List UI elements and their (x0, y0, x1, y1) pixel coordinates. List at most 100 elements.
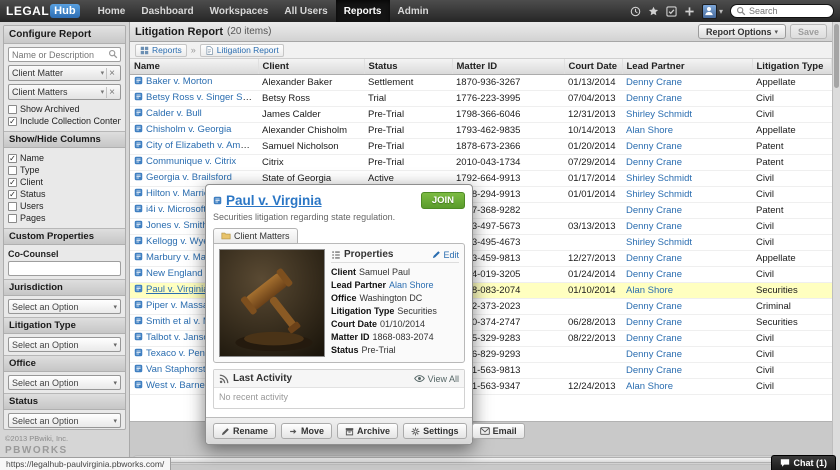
popup-title-link[interactable]: Paul v. Virginia (226, 193, 322, 208)
column-toggle-pages[interactable]: Pages (8, 213, 121, 223)
star-icon[interactable] (648, 6, 659, 17)
remove-icon[interactable]: × (106, 68, 117, 79)
nav-search[interactable] (730, 4, 834, 18)
lead-partner-link[interactable]: Denny Crane (626, 269, 682, 280)
search-input[interactable] (749, 6, 828, 16)
select-litigation-type[interactable]: Select an Option▾ (8, 337, 121, 352)
select-office[interactable]: Select an Option▾ (8, 375, 121, 390)
lead-partner-link[interactable]: Denny Crane (626, 221, 682, 232)
lead-partner-link[interactable]: Denny Crane (626, 349, 682, 360)
nav-item-home[interactable]: Home (90, 0, 134, 22)
filter-chip-client-matters[interactable]: Client Matters▾× (8, 84, 121, 100)
matter-link[interactable]: Communique v. Citrix (146, 156, 236, 167)
column-header-client[interactable]: Client (258, 59, 364, 74)
rename-button[interactable]: Rename (213, 423, 276, 439)
lead-partner-link[interactable]: Denny Crane (626, 253, 682, 264)
lead-partner-link[interactable]: Denny Crane (626, 365, 682, 376)
nav-item-admin[interactable]: Admin (390, 0, 437, 22)
matter-link[interactable]: Georgia v. Brailsford (146, 172, 232, 183)
nav-item-all-users[interactable]: All Users (276, 0, 335, 22)
checkbox[interactable] (8, 214, 17, 223)
lead-partner-link[interactable]: Denny Crane (626, 317, 682, 328)
table-row[interactable]: Betsy Ross v. Singer Sewing MachineBetsy… (130, 90, 832, 106)
column-toggle-client[interactable]: ✓Client (8, 177, 121, 187)
horizontal-scrollbar[interactable] (132, 455, 830, 465)
join-button[interactable]: JOIN (421, 192, 465, 209)
table-row[interactable]: City of Elizabeth v. American NicholsonS… (130, 138, 832, 154)
column-header-name[interactable]: Name (130, 59, 258, 74)
chat-button[interactable]: Chat (1) (771, 455, 837, 470)
settings-button[interactable]: Settings (403, 423, 467, 439)
matter-link[interactable]: Jones v. Smith (146, 220, 208, 231)
vertical-scrollbar-thumb[interactable] (834, 24, 839, 88)
matter-link[interactable]: West v. Barnes (146, 380, 210, 391)
name-filter-input[interactable] (8, 47, 121, 62)
nav-item-workspaces[interactable]: Workspaces (202, 0, 277, 22)
select-jurisdiction[interactable]: Select an Option▾ (8, 299, 121, 314)
nav-item-dashboard[interactable]: Dashboard (133, 0, 201, 22)
matter-link[interactable]: Baker v. Morton (146, 76, 212, 87)
column-toggle-type[interactable]: Type (8, 165, 121, 175)
column-toggle-name[interactable]: ✓Name (8, 153, 121, 163)
lead-partner-link[interactable]: Alan Shore (626, 285, 673, 296)
matter-link[interactable]: Calder v. Bull (146, 108, 202, 119)
lead-partner-link[interactable]: Alan Shore (626, 125, 673, 136)
checkbox[interactable] (8, 166, 17, 175)
edit-properties-link[interactable]: Edit (432, 250, 459, 260)
checkbox[interactable] (8, 105, 17, 114)
column-header-matter-id[interactable]: Matter ID (452, 59, 564, 74)
column-toggle-status[interactable]: ✓Status (8, 189, 121, 199)
lead-partner-link[interactable]: Denny Crane (626, 77, 682, 88)
move-button[interactable]: Move (281, 423, 332, 439)
matter-link[interactable]: i4i v. Microsoft (146, 204, 206, 215)
lead-partner-link[interactable]: Denny Crane (626, 93, 682, 104)
matter-link[interactable]: City of Elizabeth v. American Nicholson (146, 140, 258, 151)
lead-partner-link[interactable]: Alan Shore (626, 381, 673, 392)
horizontal-scrollbar-thumb[interactable] (134, 457, 809, 463)
checkbox[interactable]: ✓ (8, 117, 17, 126)
lead-partner-link[interactable]: Denny Crane (626, 157, 682, 168)
lead-partner-link[interactable]: Shirley Schmidt (626, 237, 692, 248)
cocounsel-input[interactable] (8, 261, 121, 276)
column-header-status[interactable]: Status (364, 59, 452, 74)
save-button[interactable]: Save (790, 24, 827, 39)
select-status[interactable]: Select an Option▾ (8, 413, 121, 428)
checkbox[interactable]: ✓ (8, 190, 17, 199)
vertical-scrollbar[interactable] (832, 22, 840, 470)
matter-link[interactable]: Chisholm v. Georgia (146, 124, 231, 135)
checkbox[interactable]: ✓ (8, 154, 17, 163)
add-icon[interactable] (684, 6, 695, 17)
checkbox[interactable]: ✓ (8, 178, 17, 187)
column-toggle-users[interactable]: Users (8, 201, 121, 211)
lead-partner-link[interactable]: Denny Crane (626, 205, 682, 216)
checkbox[interactable] (8, 202, 17, 211)
matter-link[interactable]: Talbot v. Janson (146, 332, 214, 343)
breadcrumb-item-reports[interactable]: Reports (135, 44, 187, 57)
toggle-show-archived[interactable]: Show Archived (8, 104, 121, 114)
lead-partner-link[interactable]: Denny Crane (626, 333, 682, 344)
matter-link[interactable]: Betsy Ross v. Singer Sewing Machine (146, 92, 258, 103)
table-row[interactable]: Chisholm v. GeorgiaAlexander ChisholmPre… (130, 122, 832, 138)
user-menu[interactable]: ▾ (702, 4, 723, 19)
property-value[interactable]: Alan Shore (389, 280, 434, 290)
legalhub-logo[interactable]: LEGAL Hub (6, 4, 80, 18)
email-button[interactable]: Email (472, 423, 525, 439)
view-all-link[interactable]: View All (414, 373, 459, 384)
lead-partner-link[interactable]: Shirley Schmidt (626, 109, 692, 120)
column-header-court-date[interactable]: Court Date (564, 59, 622, 74)
column-header-lead-partner[interactable]: Lead Partner (622, 59, 752, 74)
toggle-include-collection-contents[interactable]: ✓Include Collection Contents (8, 116, 121, 126)
nav-item-reports[interactable]: Reports (336, 0, 390, 22)
history-icon[interactable] (630, 6, 641, 17)
breadcrumb-item-litigation-report[interactable]: Litigation Report (200, 44, 284, 57)
lead-partner-link[interactable]: Shirley Schmidt (626, 173, 692, 184)
column-header-litigation-type[interactable]: Litigation Type (752, 59, 832, 74)
report-options-button[interactable]: Report Options ▾ (698, 24, 786, 39)
collection-tag[interactable]: Client Matters (213, 228, 298, 244)
lead-partner-link[interactable]: Denny Crane (626, 301, 682, 312)
matter-link[interactable]: Paul v. Virginia (146, 284, 209, 295)
remove-icon[interactable]: × (106, 87, 117, 98)
table-row[interactable]: Communique v. CitrixCitrixPre-Trial2010-… (130, 154, 832, 170)
table-row[interactable]: Baker v. MortonAlexander BakerSettlement… (130, 74, 832, 90)
table-row[interactable]: Calder v. BullJames CalderPre-Trial1798-… (130, 106, 832, 122)
